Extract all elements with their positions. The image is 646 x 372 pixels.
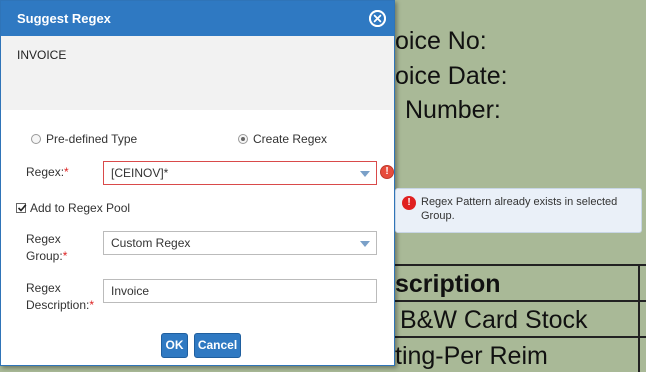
- error-icon: !: [380, 165, 394, 179]
- add-to-pool-label: Add to Regex Pool: [30, 201, 131, 215]
- regex-description-value: Invoice: [111, 284, 150, 298]
- doc-description-header: scription: [395, 270, 501, 298]
- regex-value: [CEINOV]*: [111, 166, 169, 180]
- regex-group-select[interactable]: Custom Regex: [103, 231, 377, 255]
- error-tooltip: ! Regex Pattern already exists in select…: [395, 188, 642, 233]
- regex-group-label-line2: Group:: [26, 249, 63, 263]
- doc-invoice-no: oice No:: [395, 27, 487, 55]
- error-tooltip-message: Regex Pattern already exists in selected…: [421, 196, 618, 222]
- suggest-regex-dialog: Suggest Regex INVOICE Pre-defined Type C…: [0, 0, 395, 366]
- regex-select[interactable]: [CEINOV]*: [103, 161, 377, 185]
- regex-label-text: Regex:: [26, 165, 65, 179]
- required-mark: *: [62, 249, 68, 263]
- dialog-title: Suggest Regex: [17, 11, 111, 26]
- ok-button[interactable]: OK: [161, 333, 188, 358]
- doc-invoice-date: oice Date:: [395, 62, 508, 90]
- dialog-titlebar: Suggest Regex: [1, 1, 394, 36]
- preview-text: INVOICE: [17, 48, 67, 62]
- close-icon[interactable]: [369, 10, 386, 27]
- radio-create-label: Create Regex: [253, 132, 328, 146]
- regex-group-label-line1: Regex: [26, 232, 61, 246]
- radio-predefined-type[interactable]: Pre-defined Type: [31, 132, 137, 146]
- doc-rule: [638, 264, 640, 372]
- doc-row-1: B&W Card Stock: [400, 306, 588, 334]
- doc-rule: [395, 300, 646, 302]
- doc-number: Number:: [405, 96, 501, 124]
- preview-area: INVOICE: [1, 36, 394, 110]
- regex-description-label-line2: Description:: [26, 298, 90, 312]
- doc-rule: [395, 336, 646, 338]
- required-mark: *: [64, 165, 69, 179]
- radio-predefined-label: Pre-defined Type: [46, 132, 138, 146]
- radio-button[interactable]: [31, 134, 41, 144]
- doc-row-2: ting-Per Reim: [395, 342, 548, 370]
- chevron-down-icon[interactable]: [360, 171, 370, 177]
- regex-description-label-line1: Regex: [26, 281, 61, 295]
- error-icon: !: [402, 196, 416, 210]
- regex-description-input[interactable]: Invoice: [103, 279, 377, 303]
- radio-button-selected[interactable]: [238, 134, 248, 144]
- required-mark: *: [89, 298, 95, 312]
- regex-description-label: Regex Description:*: [26, 280, 94, 314]
- doc-rule: [395, 264, 646, 266]
- regex-group-label: Regex Group:*: [26, 231, 67, 265]
- regex-group-value: Custom Regex: [111, 236, 191, 250]
- chevron-down-icon[interactable]: [360, 241, 370, 247]
- add-to-pool-checkbox[interactable]: [16, 203, 27, 213]
- regex-label: Regex:*: [26, 164, 69, 181]
- add-to-pool-checkbox-row[interactable]: Add to Regex Pool: [16, 201, 130, 215]
- cancel-button[interactable]: Cancel: [194, 333, 241, 358]
- radio-create-regex[interactable]: Create Regex: [238, 132, 327, 146]
